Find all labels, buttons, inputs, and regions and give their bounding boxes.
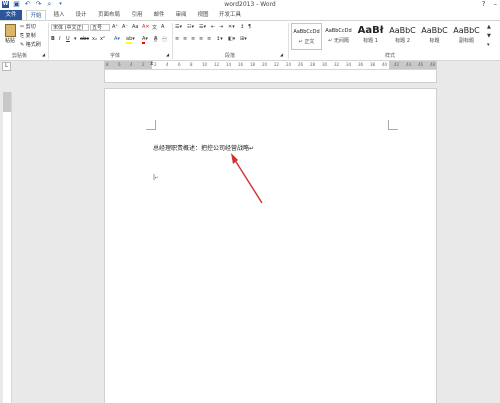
arrow-shaft: [232, 156, 263, 204]
annotation-arrow: [231, 153, 263, 204]
